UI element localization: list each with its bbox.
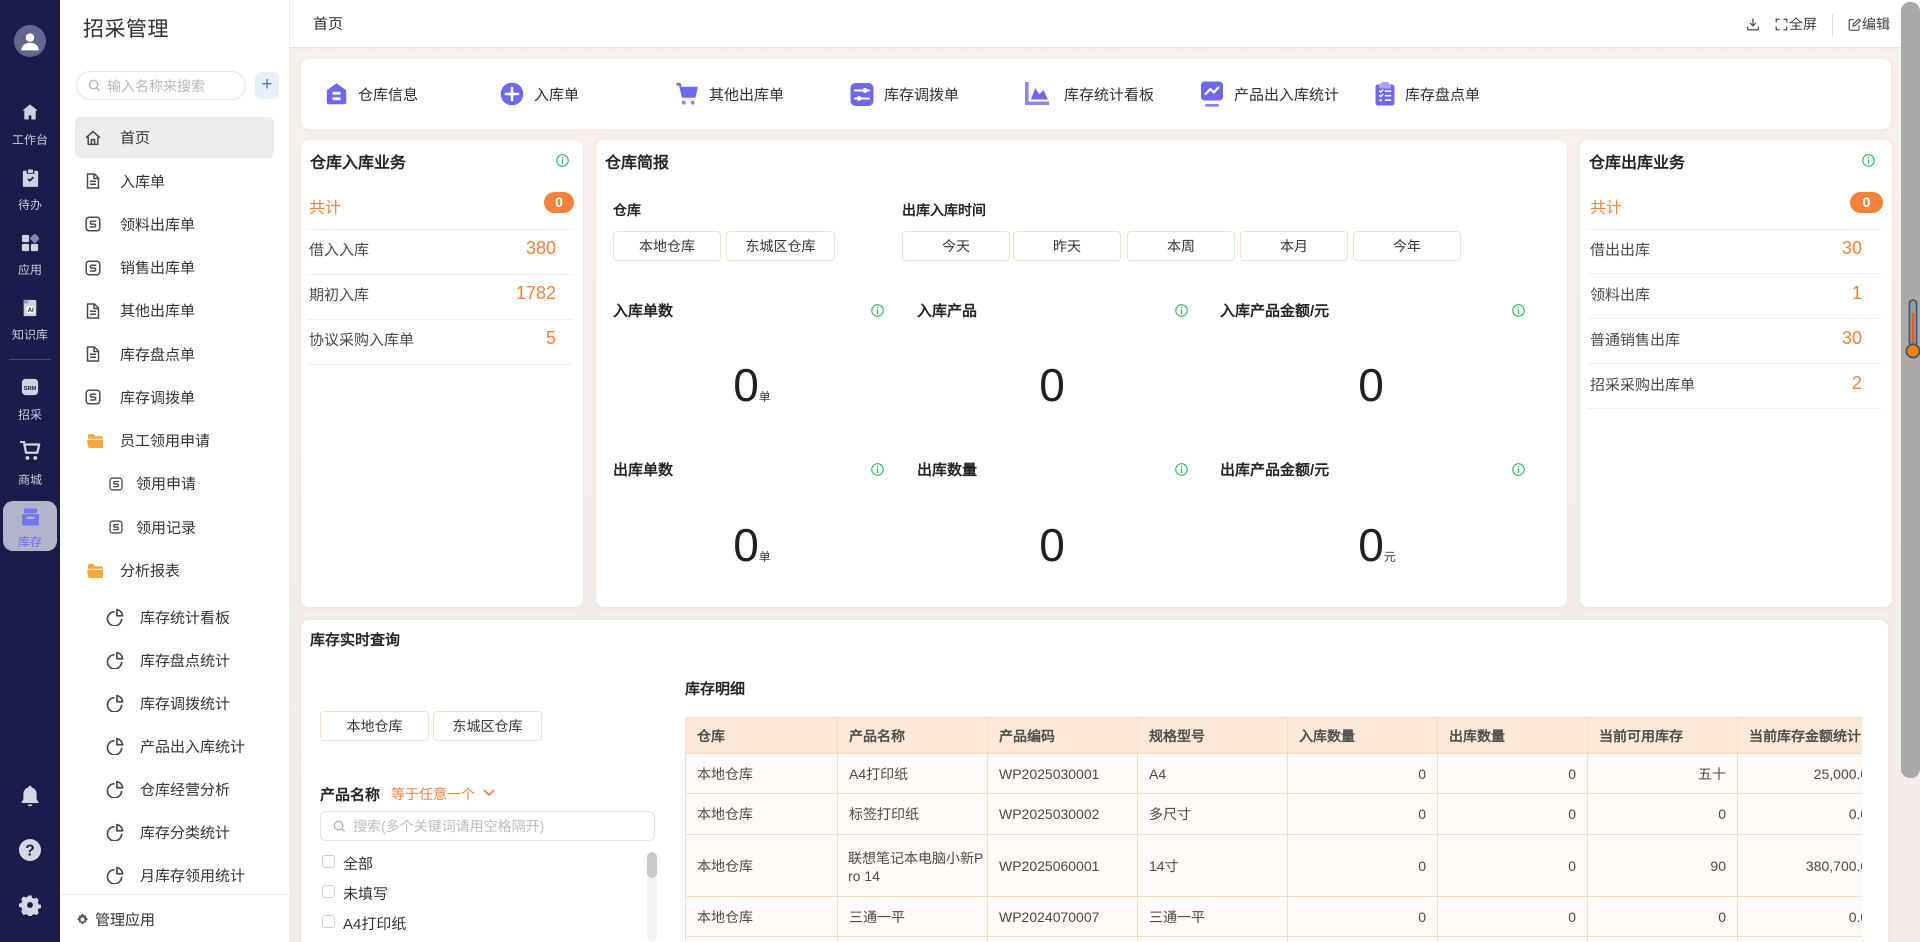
svg-text:SRM: SRM: [24, 386, 37, 392]
svg-text:AI: AI: [28, 307, 34, 314]
svg-text:?: ?: [25, 843, 34, 860]
